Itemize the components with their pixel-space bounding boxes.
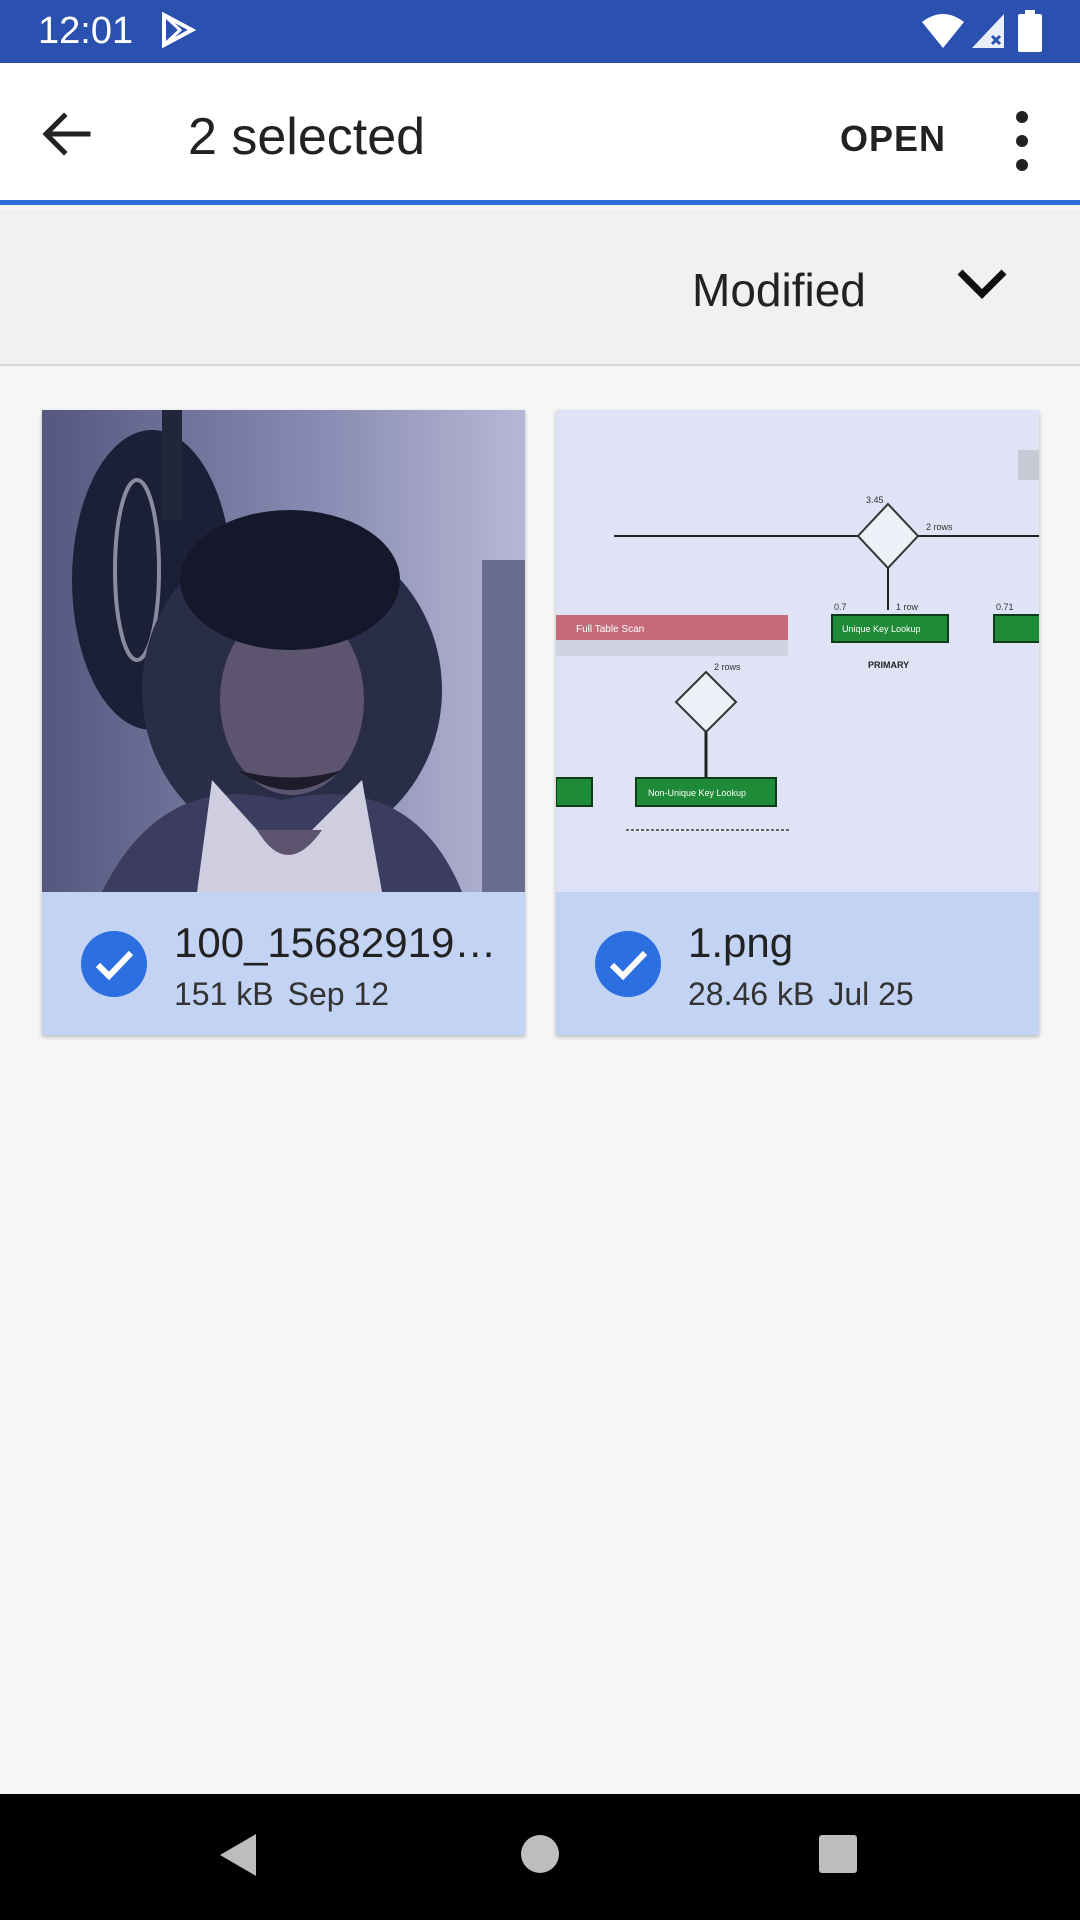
battery-icon [1018,10,1042,52]
navigation-bar [0,1794,1080,1920]
chevron-down-icon[interactable] [952,256,1012,316]
diagram-value-2: 0.7 [834,602,847,612]
file-info: 100_15682919… 151 kB Sep 12 [42,892,525,1035]
signal-icon [972,14,1004,48]
diagram-rows-2: 1 row [896,602,919,612]
back-arrow-icon[interactable] [32,99,102,169]
file-card[interactable]: 3.45 2 rows Full Table Scan Unique Key L… [556,410,1039,1035]
file-date: Jul 25 [828,976,914,1012]
check-circle-icon[interactable] [80,930,148,998]
file-meta: 151 kB Sep 12 [174,974,403,1014]
sort-bar[interactable]: Modified [0,210,1080,366]
more-options-icon[interactable] [1000,103,1044,179]
diagram-image: 3.45 2 rows Full Table Scan Unique Key L… [556,410,1039,892]
portrait-image [42,410,525,892]
diagram-thumbnail: 3.45 2 rows Full Table Scan Unique Key L… [556,410,1039,892]
wifi-icon [922,14,964,48]
status-bar: 12:01 [0,0,1080,63]
app-bar: 2 selected OPEN [0,63,1080,205]
status-time: 12:01 [38,10,134,52]
file-card[interactable]: 100_15682919… 151 kB Sep 12 [42,410,525,1035]
nav-back-icon[interactable] [216,1830,260,1880]
sort-label[interactable]: Modified [692,262,866,318]
diagram-value-3: 0.71 [996,602,1014,612]
nav-recents-icon[interactable] [818,1834,858,1874]
nav-home-icon[interactable] [520,1834,560,1874]
page-title: 2 selected [188,108,426,166]
file-date: Sep 12 [287,976,390,1012]
file-size: 151 kB [174,976,274,1012]
photo-thumbnail [42,410,525,892]
diagram-unique-key-lookup: Unique Key Lookup [842,624,921,634]
play-store-icon [162,12,196,48]
diagram-value-1: 3.45 [866,495,884,505]
file-size: 28.46 kB [688,976,815,1012]
open-button[interactable]: OPEN [840,111,946,167]
file-info: 1.png 28.46 kB Jul 25 [556,892,1039,1035]
file-meta: 28.46 kB Jul 25 [688,974,928,1014]
diagram-full-table-scan: Full Table Scan [576,624,644,635]
diagram-non-unique-key-lookup: Non-Unique Key Lookup [648,788,746,798]
diagram-primary: PRIMARY [868,660,909,670]
check-circle-icon[interactable] [594,930,662,998]
diagram-rows-3: 2 rows [714,662,741,672]
file-name: 100_15682919… [174,919,497,966]
diagram-rows-1: 2 rows [926,522,953,532]
file-name: 1.png [688,919,794,966]
